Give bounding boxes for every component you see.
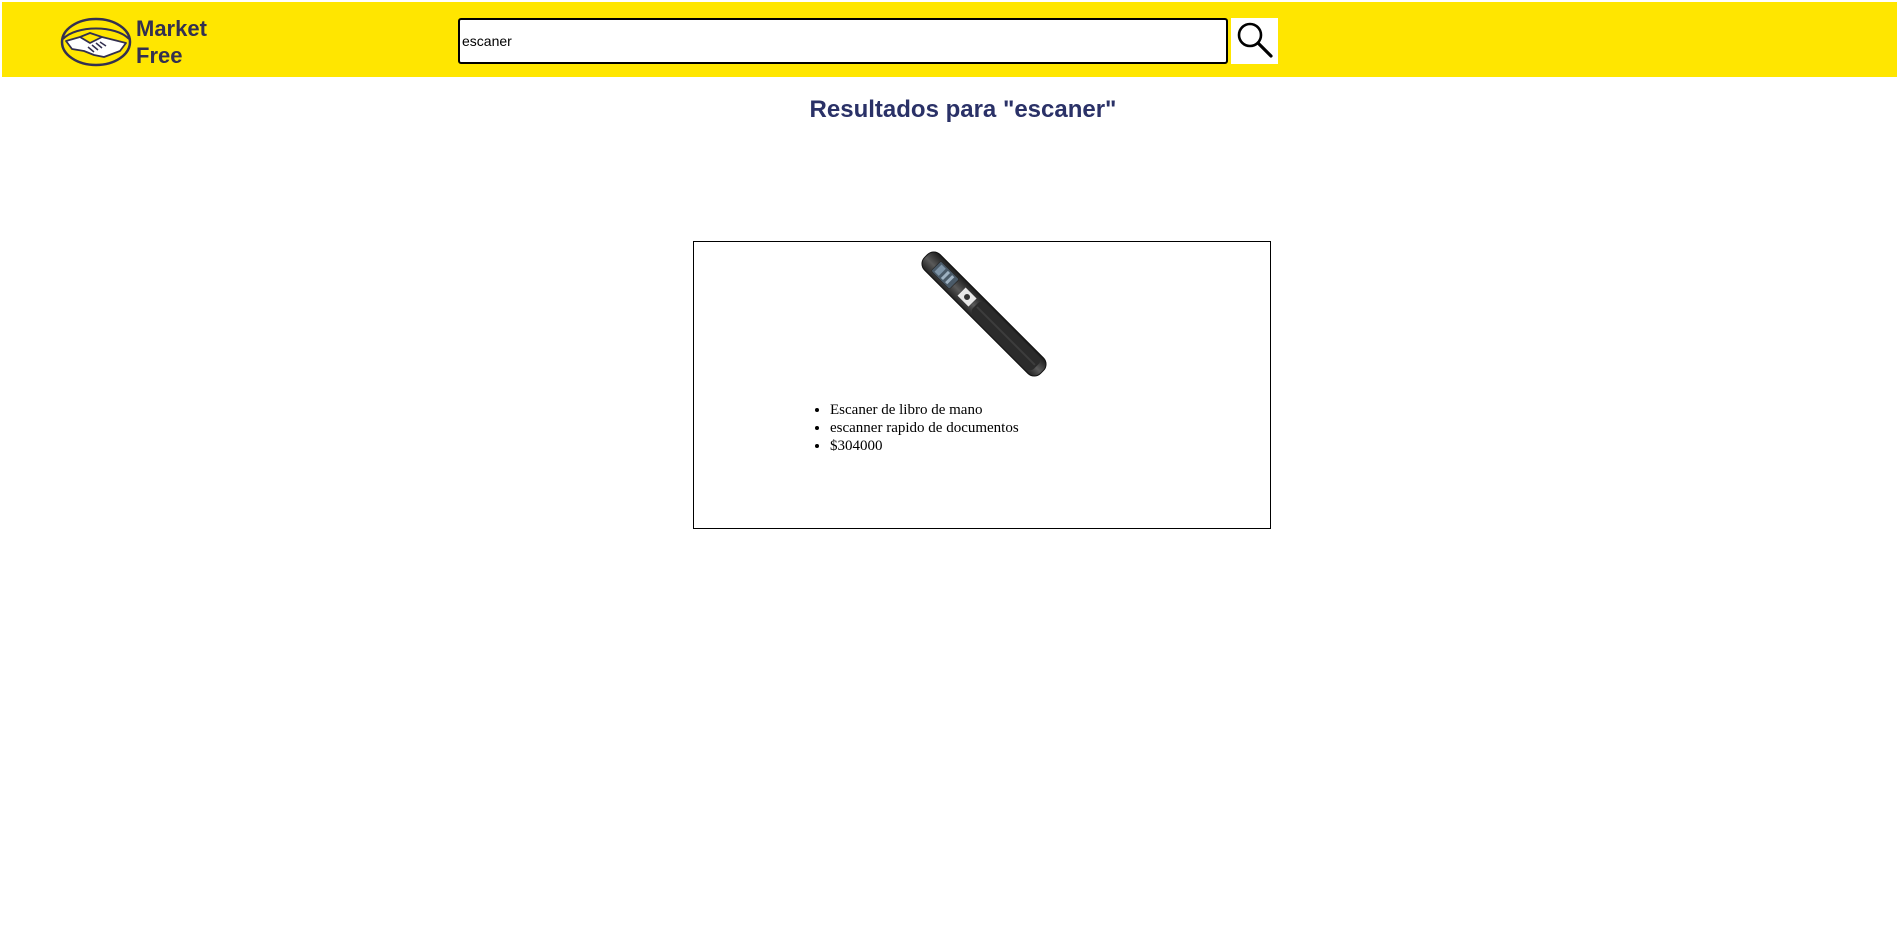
handheld-scanner-image <box>909 242 1059 387</box>
top-header: Market Free <box>2 2 1897 77</box>
brand-name-line2: Free <box>136 42 183 68</box>
search-button[interactable] <box>1231 18 1278 64</box>
results-title: Resultados para "escaner" <box>809 96 1117 123</box>
search-icon <box>1235 20 1275 63</box>
product-description: escanner rapido de documentos <box>830 419 1019 437</box>
search-input[interactable] <box>458 18 1228 64</box>
brand-logo[interactable]: Market Free <box>60 14 280 69</box>
handshake-icon <box>60 17 132 67</box>
product-details-list: Escaner de libro de mano escanner rapido… <box>790 401 1019 455</box>
brand-name: Market Free <box>136 15 207 69</box>
product-name: Escaner de libro de mano <box>830 401 1019 419</box>
product-price: $304000 <box>830 437 1019 455</box>
brand-name-line1: Market <box>136 15 207 41</box>
product-card[interactable]: Escaner de libro de mano escanner rapido… <box>693 241 1271 529</box>
